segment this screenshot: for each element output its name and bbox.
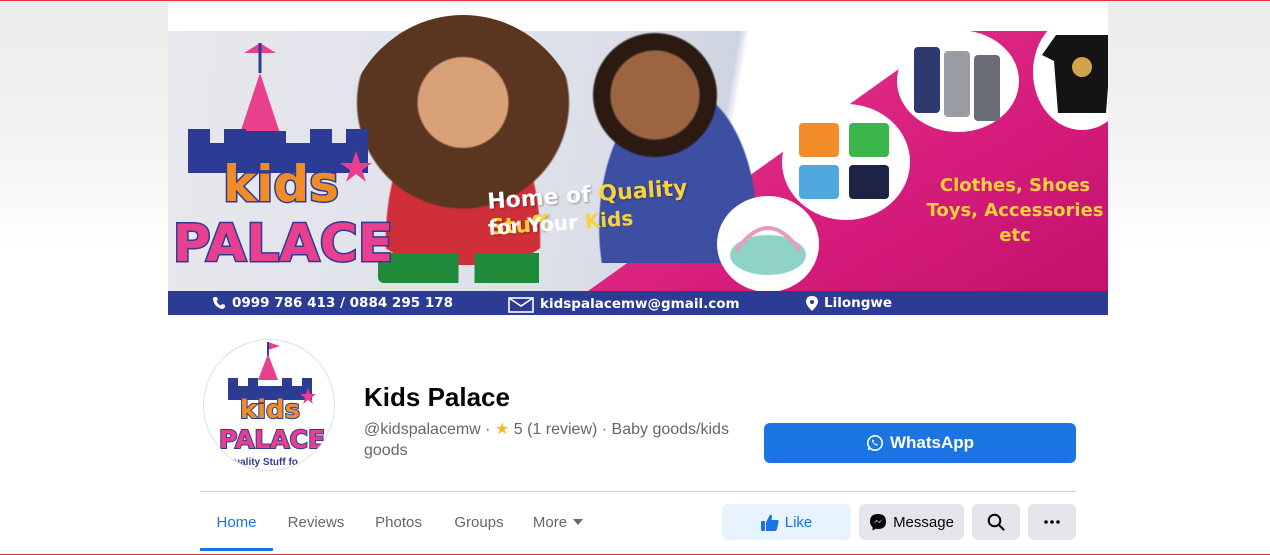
more-options-button[interactable] xyxy=(1028,504,1076,540)
onesie-product-image xyxy=(1036,17,1108,127)
contact-email: kidspalacemw@gmail.com xyxy=(508,295,740,313)
avatar-logo-kids: kids xyxy=(240,395,300,425)
whatsapp-icon xyxy=(866,435,883,451)
tab-photos-label: Photos xyxy=(375,513,422,531)
toy-train-image xyxy=(378,253,608,283)
meta-separator: · xyxy=(480,421,495,438)
contact-email-text: kidspalacemw@gmail.com xyxy=(540,296,740,312)
cover-photo[interactable]: kids PALACE Home of Quality Stuff for Yo… xyxy=(168,3,1108,315)
avatar-logo-palace: PALACE xyxy=(219,425,325,454)
search-button[interactable] xyxy=(972,504,1020,540)
profile-picture[interactable]: kids PALACE uality Stuff fo xyxy=(203,339,335,471)
tab-home[interactable]: Home xyxy=(200,493,273,551)
contact-phone: 0999 786 413 / 0884 295 178 xyxy=(212,295,453,311)
contact-bar: 0999 786 413 / 0884 295 178 kidspalacemw… xyxy=(168,291,1108,315)
caret-down-icon xyxy=(573,519,584,525)
location-pin-icon xyxy=(806,295,818,311)
play-mat-product-image xyxy=(720,199,816,289)
page-meta: @kidspalacemw · ★ 5 (1 review) · Baby go… xyxy=(364,419,759,461)
tab-home-label: Home xyxy=(216,513,257,531)
products-line-2: Toys, Accessories xyxy=(926,200,1104,221)
tabs-divider xyxy=(200,491,1076,492)
tab-more[interactable]: More xyxy=(520,493,596,551)
meta-separator-2: · xyxy=(597,421,612,438)
tab-reviews[interactable]: Reviews xyxy=(273,493,359,551)
pants-product-image xyxy=(900,33,1016,129)
mail-icon xyxy=(508,297,534,313)
avatar-caption: uality Stuff fo xyxy=(234,457,298,468)
page-rating[interactable]: 5 (1 review) xyxy=(514,421,598,438)
phone-icon xyxy=(213,297,225,309)
search-icon xyxy=(987,513,1005,531)
page-handle: @kidspalacemw xyxy=(364,421,481,438)
messenger-icon xyxy=(870,514,887,531)
contact-location-text: Lilongwe xyxy=(824,295,893,311)
products-line-3: etc xyxy=(999,225,1031,246)
tab-more-label: More xyxy=(532,513,568,531)
star-icon: ★ xyxy=(494,421,510,438)
cover-logo-kids: kids xyxy=(223,155,339,213)
whatsapp-label: WhatsApp xyxy=(889,433,975,452)
kids-palace-avatar-logo: kids PALACE xyxy=(218,342,326,455)
kids-palace-cover-logo: kids PALACE xyxy=(176,43,391,276)
contact-phone-text: 0999 786 413 / 0884 295 178 xyxy=(232,295,453,311)
tab-reviews-label: Reviews xyxy=(287,513,345,531)
cover-products-text: Clothes, Shoes Toys, Accessories etc xyxy=(920,173,1108,248)
cover-logo-palace: PALACE xyxy=(176,214,391,274)
thumbs-up-icon xyxy=(760,514,779,531)
tab-groups[interactable]: Groups xyxy=(438,493,520,551)
like-label: Like xyxy=(784,513,813,531)
message-button[interactable]: Message xyxy=(859,504,964,540)
tab-photos[interactable]: Photos xyxy=(359,493,438,551)
products-line-1: Clothes, Shoes xyxy=(939,175,1091,196)
ellipsis-icon xyxy=(1044,520,1060,524)
tab-groups-label: Groups xyxy=(454,513,504,531)
page-title: Kids Palace xyxy=(364,382,510,412)
message-label: Message xyxy=(893,513,954,531)
whatsapp-button[interactable]: WhatsApp xyxy=(764,423,1076,463)
contact-location: Lilongwe xyxy=(806,295,892,311)
like-button[interactable]: Like xyxy=(722,504,851,540)
